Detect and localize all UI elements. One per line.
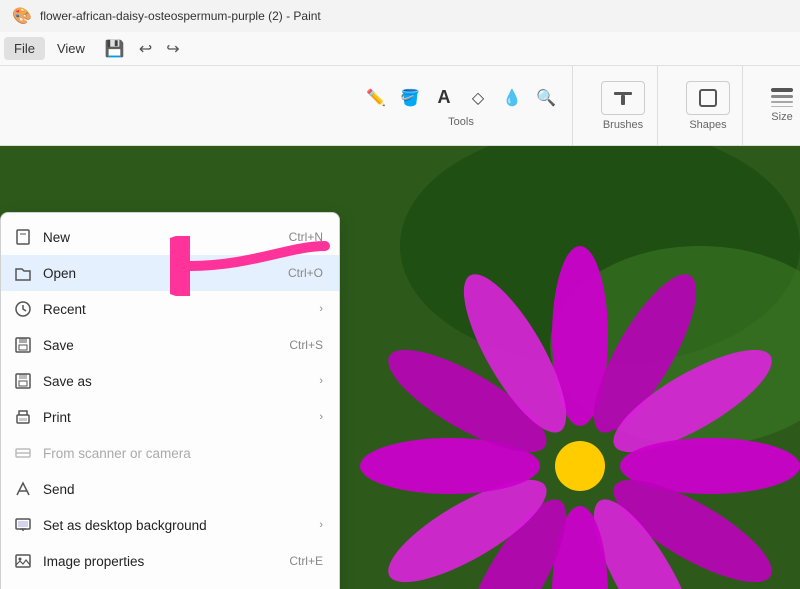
menu-item-image-props[interactable]: Image properties Ctrl+E [1,543,339,579]
eraser-tool[interactable]: ◇ [464,84,492,112]
menu-item-scanner: From scanner or camera [1,435,339,471]
shape-selector[interactable] [686,81,730,115]
tools-label: Tools [448,116,474,128]
window-title: flower-african-daisy-osteospermum-purple… [40,9,321,23]
brushes-label: Brushes [603,119,643,131]
menu-item-send[interactable]: Send [1,471,339,507]
desktop-bg-label: Set as desktop background [43,518,309,533]
recent-icon [13,299,33,319]
file-dropdown-menu: New Ctrl+N Open Ctrl+O Recent › Save Ctr… [0,212,340,589]
save-as-arrow: › [319,375,323,387]
send-label: Send [43,482,323,497]
send-icon [13,479,33,499]
shapes-icons-row [686,81,730,115]
undo-icon[interactable]: ↩ [135,37,156,61]
menu-item-desktop-bg[interactable]: Set as desktop background › [1,507,339,543]
save-icon[interactable]: 💾 [101,37,129,61]
toolbar: ✏️ 🪣 A ◇ 💧 🔍 Tools Brushes Shapes [0,66,800,146]
menu-bar: File View 💾 ↩ ↪ [0,32,800,66]
new-shortcut: Ctrl+N [289,230,323,244]
image-props-label: Image properties [43,554,279,569]
new-icon [13,227,33,247]
toolbar-size-section: Size [759,66,800,145]
save-as-label: Save as [43,374,309,389]
print-arrow: › [319,411,323,423]
new-label: New [43,230,279,245]
scanner-label: From scanner or camera [43,446,323,461]
desktop-bg-icon [13,515,33,535]
size-label: Size [771,111,792,123]
fill-tool[interactable]: 🪣 [396,84,424,112]
picker-tool[interactable]: 💧 [498,84,526,112]
image-props-shortcut: Ctrl+E [289,554,323,568]
save-menu-icon [13,335,33,355]
tools-icons-row: ✏️ 🪣 A ◇ 💧 🔍 [362,84,560,112]
menu-item-recent[interactable]: Recent › [1,291,339,327]
menu-item-new[interactable]: New Ctrl+N [1,219,339,255]
menu-item-open[interactable]: Open Ctrl+O [1,255,339,291]
brushes-icons-row [601,81,645,115]
menu-file[interactable]: File [4,37,45,60]
pencil-tool[interactable]: ✏️ [362,84,390,112]
scanner-icon [13,443,33,463]
app-icon: 🎨 [12,6,32,26]
title-bar: 🎨 flower-african-daisy-osteospermum-purp… [0,0,800,32]
toolbar-tools-section: ✏️ 🪣 A ◇ 💧 🔍 Tools [350,66,573,145]
toolbar-shapes-section: Shapes [674,66,743,145]
open-shortcut: Ctrl+O [288,266,323,280]
image-props-icon [13,551,33,571]
menu-bar-icons: 💾 ↩ ↪ [101,37,184,61]
desktop-bg-arrow: › [319,519,323,531]
text-tool[interactable]: A [430,84,458,112]
menu-item-save-as[interactable]: Save as › [1,363,339,399]
redo-icon[interactable]: ↪ [162,37,183,61]
menu-item-about[interactable]: About Paint [1,579,339,589]
print-label: Print [43,410,309,425]
recent-arrow: › [319,303,323,315]
open-label: Open [43,266,278,281]
size-icons-row [771,88,793,107]
open-icon [13,263,33,283]
shapes-label: Shapes [689,119,726,131]
save-as-icon [13,371,33,391]
brush-selector[interactable] [601,81,645,115]
menu-item-save[interactable]: Save Ctrl+S [1,327,339,363]
menu-item-print[interactable]: Print › [1,399,339,435]
main-area: New Ctrl+N Open Ctrl+O Recent › Save Ctr… [0,146,800,589]
menu-view[interactable]: View [47,37,95,60]
toolbar-brushes-section: Brushes [589,66,658,145]
size-selector[interactable] [771,88,793,107]
recent-label: Recent [43,302,309,317]
zoom-tool[interactable]: 🔍 [532,84,560,112]
print-icon [13,407,33,427]
save-label: Save [43,338,279,353]
save-shortcut: Ctrl+S [289,338,323,352]
